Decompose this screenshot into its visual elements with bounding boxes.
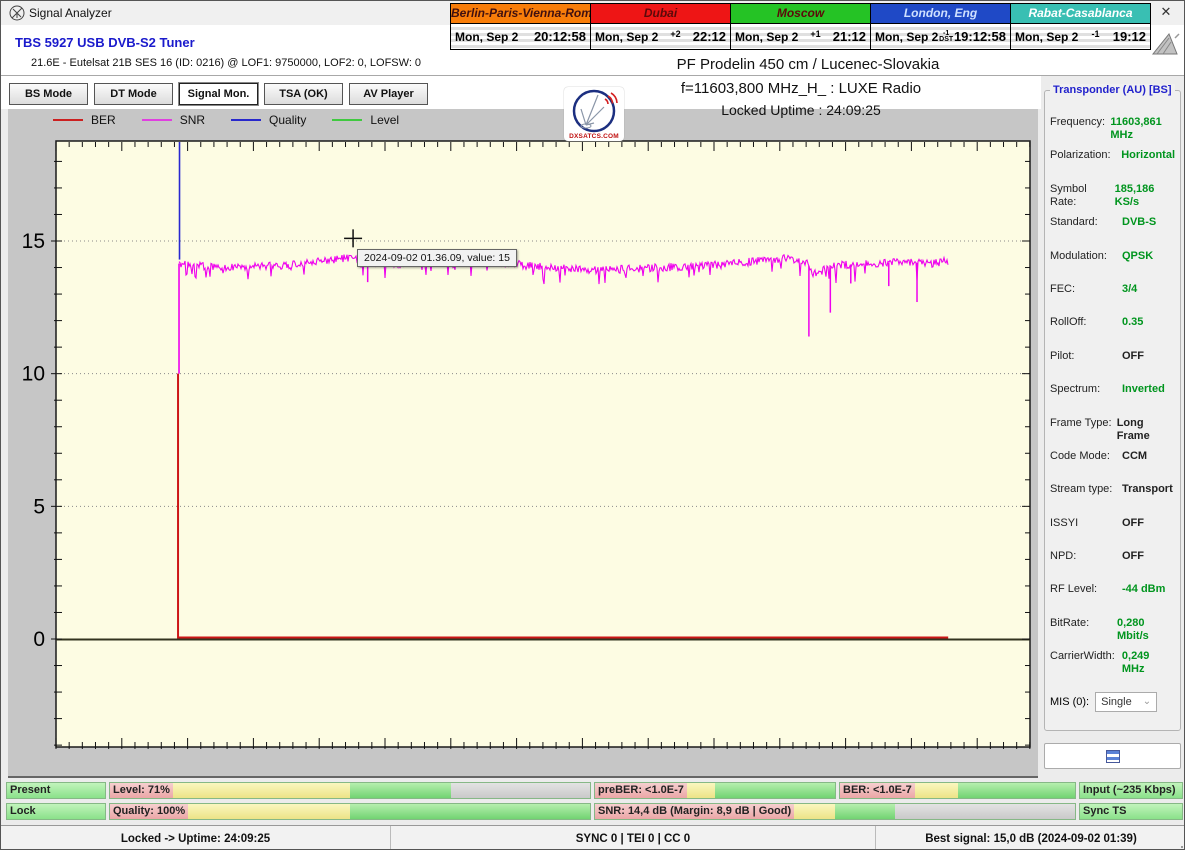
legend-swatch <box>231 119 261 121</box>
clock-time: Mon, Sep 2-1DST19:12:58 <box>870 24 1011 50</box>
frequency-service-text: f=11603,800 MHz_H_ : LUXE Radio <box>591 80 1011 97</box>
legend-item-level: Level <box>332 113 399 127</box>
legend-item-ber: BER <box>53 113 116 127</box>
chart-legend: BER SNR Quality Level <box>53 113 399 127</box>
bar-input: Input (~235 Kbps) <box>1079 782 1183 799</box>
clock-city-label: Berlin-Paris-Vienna-Roma <box>450 3 591 24</box>
tp-row-code-mode-: Code Mode:CCM <box>1044 450 1181 483</box>
bar-preber: preBER: <1.0E-7 <box>594 782 836 799</box>
tp-row-stream-type-: Stream type:Transport <box>1044 483 1181 516</box>
clock-time: Mon, Sep 2+121:12 <box>730 24 871 50</box>
clock-4: Rabat-CasablancaMon, Sep 2-119:12 <box>1010 3 1151 50</box>
bar-lock: Lock <box>6 803 106 820</box>
chevron-down-icon: ⌄ <box>1143 696 1151 707</box>
tp-row-polarization-: Polarization:Horizontal <box>1044 149 1181 182</box>
bar-ber: BER: <1.0E-7 <box>839 782 1076 799</box>
mode-tabs: BS Mode DT Mode Signal Mon. TSA (OK) AV Play… <box>9 83 428 105</box>
clock-city-label: Dubai <box>590 3 731 24</box>
clock-time: Mon, Sep 2-119:12 <box>1010 24 1151 50</box>
resize-grip[interactable] <box>1181 846 1183 848</box>
tp-row-symbol-rate-: Symbol Rate:185,186 KS/s <box>1044 183 1181 216</box>
tab-av-player[interactable]: AV Player <box>349 83 428 105</box>
window-title: Signal Analyzer <box>29 6 112 20</box>
transport-list-button[interactable] <box>1044 743 1181 769</box>
clock-city-label: Moscow <box>730 3 871 24</box>
legend-item-snr: SNR <box>142 113 205 127</box>
tuner-subtitle: 21.6E - Eutelsat 21B SES 16 (ID: 0216) @… <box>31 57 421 69</box>
clock-0: Berlin-Paris-Vienna-RomaMon, Sep 220:12:… <box>450 3 591 50</box>
status-sync-counters: SYNC 0 | TEI 0 | CC 0 <box>391 826 876 850</box>
legend-swatch <box>332 119 362 121</box>
bar-level: Level: 71% <box>109 782 591 799</box>
tp-row-spectrum-: Spectrum:Inverted <box>1044 383 1181 416</box>
bar-quality: Quality: 100% <box>109 803 591 820</box>
transponder-group-title: Transponder (AU) [BS] <box>1050 84 1175 96</box>
clock-city-label: London, Eng <box>870 3 1011 24</box>
transponder-rows: Frequency:11603,861 MHzPolarization:Hori… <box>1044 116 1181 714</box>
tp-row-npd-: NPD:OFF <box>1044 550 1181 583</box>
bar-snr: SNR: 14,4 dB (Margin: 8,9 dB | Good) <box>594 803 1076 820</box>
tuner-title: TBS 5927 USB DVB-S2 Tuner <box>15 35 195 50</box>
mis-row: MIS (0):Single⌄ <box>1044 690 1181 714</box>
clock-city-label: Rabat-Casablanca <box>1010 3 1151 24</box>
clock-time: Mon, Sep 220:12:58 <box>450 24 591 50</box>
tp-row-fec-: FEC:3/4 <box>1044 283 1181 316</box>
status-best-signal: Best signal: 15,0 dB (2024-09-02 01:39) <box>876 826 1185 850</box>
tp-row-rf-level-: RF Level:-44 dBm <box>1044 583 1181 616</box>
tp-row-rolloff-: RollOff:0.35 <box>1044 316 1181 349</box>
clock-time: Mon, Sep 2+222:12 <box>590 24 731 50</box>
tp-row-modulation-: Modulation:QPSK <box>1044 250 1181 283</box>
clock-2: MoscowMon, Sep 2+121:12 <box>730 3 871 50</box>
legend-swatch <box>53 119 83 121</box>
satellite-dish-icon <box>1147 28 1183 58</box>
world-clocks: Berlin-Paris-Vienna-RomaMon, Sep 220:12:… <box>451 3 1151 50</box>
tp-row-frame-type-: Frame Type:Long Frame <box>1044 417 1181 450</box>
tp-row-carrierwidth-: CarrierWidth:0,249 MHz <box>1044 650 1181 683</box>
clock-3: London, EngMon, Sep 2-1DST19:12:58 <box>870 3 1011 50</box>
dish-location-text: PF Prodelin 450 cm / Lucenec-Slovakia <box>583 56 1033 73</box>
chart-panel <box>8 109 1038 778</box>
legend-item-quality: Quality <box>231 113 306 127</box>
tp-row-frequency-: Frequency:11603,861 MHz <box>1044 116 1181 149</box>
tab-dt-mode[interactable]: DT Mode <box>94 83 173 105</box>
close-icon[interactable]: ✕ <box>1156 4 1176 22</box>
status-locked-uptime: Locked -> Uptime: 24:09:25 <box>1 826 391 850</box>
mis-dropdown[interactable]: Single⌄ <box>1095 692 1157 712</box>
tp-row-pilot-: Pilot:OFF <box>1044 350 1181 383</box>
dxsatcs-logo-text: DXSATCS.COM <box>564 133 624 140</box>
bar-sync: Sync TS <box>1079 803 1183 820</box>
bar-present: Present <box>6 782 106 799</box>
list-icon <box>1106 750 1120 763</box>
clock-1: DubaiMon, Sep 2+222:12 <box>590 3 731 50</box>
locked-uptime-text: Locked Uptime : 24:09:25 <box>621 102 981 118</box>
signal-analyzer-window: Signal Analyzer ✕ TBS 5927 USB DVB-S2 Tu… <box>0 0 1185 850</box>
tab-tsa-ok-[interactable]: TSA (OK) <box>264 83 343 105</box>
legend-swatch <box>142 119 172 121</box>
status-bar: Locked -> Uptime: 24:09:25 SYNC 0 | TEI … <box>1 825 1185 850</box>
app-icon <box>9 5 25 21</box>
tp-row-bitrate-: BitRate:0,280 Mbit/s <box>1044 617 1181 650</box>
chart-tooltip: 2024-09-02 01.36.09, value: 15 <box>357 249 517 267</box>
dxsatcs-logo: DXSATCS.COM <box>564 87 624 141</box>
tab-signal-mon-[interactable]: Signal Mon. <box>179 83 258 105</box>
tab-bs-mode[interactable]: BS Mode <box>9 83 88 105</box>
tp-row-standard-: Standard:DVB-S <box>1044 216 1181 249</box>
tp-row-issyi: ISSYIOFF <box>1044 517 1181 550</box>
